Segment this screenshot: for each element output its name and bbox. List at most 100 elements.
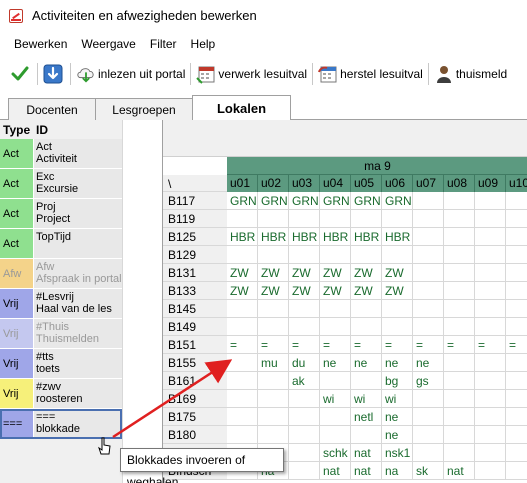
schedule-cell[interactable]: = <box>413 336 444 354</box>
schedule-cell[interactable] <box>351 372 382 390</box>
schedule-cell[interactable] <box>320 372 351 390</box>
room-row-header[interactable]: B161 <box>163 372 227 390</box>
schedule-cell[interactable] <box>289 426 320 444</box>
schedule-cell[interactable] <box>506 372 527 390</box>
schedule-cell[interactable] <box>351 246 382 264</box>
time-slot-header[interactable]: u01 <box>227 175 258 192</box>
schedule-cell[interactable] <box>475 192 506 210</box>
activity-type-row[interactable]: === === blokkade <box>0 409 122 439</box>
schedule-cell[interactable] <box>444 300 475 318</box>
schedule-cell[interactable]: sk <box>413 462 444 480</box>
schedule-cell[interactable] <box>475 426 506 444</box>
schedule-cell[interactable]: ne <box>320 354 351 372</box>
schedule-cell[interactable] <box>289 390 320 408</box>
room-row-header[interactable]: B133 <box>163 282 227 300</box>
schedule-cell[interactable] <box>227 408 258 426</box>
import-portal-button[interactable]: inlezen uit portal <box>73 60 188 88</box>
schedule-cell[interactable]: na <box>382 462 413 480</box>
schedule-cell[interactable] <box>413 390 444 408</box>
schedule-cell[interactable]: ne <box>382 426 413 444</box>
schedule-cell[interactable]: HBR <box>258 228 289 246</box>
schedule-cell[interactable]: HBR <box>320 228 351 246</box>
schedule-cell[interactable] <box>413 300 444 318</box>
time-slot-header[interactable]: u07 <box>413 175 444 192</box>
schedule-cell[interactable] <box>506 228 527 246</box>
schedule-cell[interactable] <box>475 282 506 300</box>
schedule-cell[interactable] <box>351 300 382 318</box>
schedule-cell[interactable] <box>475 444 506 462</box>
activity-type-row[interactable]: Vrij #tts toets <box>0 349 122 379</box>
schedule-cell[interactable]: du <box>289 354 320 372</box>
schedule-cell[interactable]: gs <box>413 372 444 390</box>
schedule-cell[interactable] <box>444 318 475 336</box>
schedule-cell[interactable] <box>227 354 258 372</box>
time-slot-header[interactable]: u05 <box>351 175 382 192</box>
time-slot-header[interactable]: u02 <box>258 175 289 192</box>
schedule-cell[interactable] <box>506 426 527 444</box>
schedule-cell[interactable]: ZW <box>320 282 351 300</box>
schedule-cell[interactable]: = <box>475 336 506 354</box>
schedule-cell[interactable] <box>444 228 475 246</box>
schedule-cell[interactable]: ne <box>382 354 413 372</box>
schedule-cell[interactable] <box>475 390 506 408</box>
activity-type-row[interactable]: Act TopTijd <box>0 229 122 259</box>
schedule-cell[interactable] <box>506 354 527 372</box>
schedule-cell[interactable] <box>444 354 475 372</box>
schedule-cell[interactable]: ZW <box>382 264 413 282</box>
schedule-cell[interactable] <box>413 318 444 336</box>
activity-type-row[interactable]: Afw Afw Afspraak in portal <box>0 259 122 289</box>
schedule-cell[interactable] <box>413 210 444 228</box>
schedule-cell[interactable]: ZW <box>258 282 289 300</box>
schedule-cell[interactable] <box>506 264 527 282</box>
activity-type-row[interactable]: Vrij #zwv roosteren <box>0 379 122 409</box>
schedule-cell[interactable]: GRN <box>351 192 382 210</box>
schedule-cell[interactable] <box>506 408 527 426</box>
schedule-cell[interactable] <box>444 372 475 390</box>
schedule-cell[interactable]: nat <box>320 462 351 480</box>
schedule-cell[interactable]: ZW <box>382 282 413 300</box>
schedule-cell[interactable]: ZW <box>227 264 258 282</box>
schedule-cell[interactable] <box>475 372 506 390</box>
schedule-cell[interactable]: wi <box>320 390 351 408</box>
schedule-cell[interactable]: nat <box>351 444 382 462</box>
schedule-cell[interactable]: = <box>320 336 351 354</box>
schedule-cell[interactable] <box>227 372 258 390</box>
schedule-cell[interactable] <box>382 318 413 336</box>
schedule-cell[interactable]: ZW <box>351 264 382 282</box>
schedule-cell[interactable] <box>258 300 289 318</box>
schedule-cell[interactable] <box>506 318 527 336</box>
schedule-cell[interactable] <box>444 426 475 444</box>
tab-lesgroepen[interactable]: Lesgroepen <box>95 98 193 120</box>
schedule-cell[interactable] <box>413 408 444 426</box>
schedule-cell[interactable] <box>506 282 527 300</box>
schedule-cell[interactable]: nsk1 <box>382 444 413 462</box>
schedule-cell[interactable]: ZW <box>289 282 320 300</box>
schedule-cell[interactable] <box>258 390 289 408</box>
schedule-cell[interactable]: HBR <box>351 228 382 246</box>
activity-type-row[interactable]: Vrij #Thuis Thuismelden <box>0 319 122 349</box>
schedule-cell[interactable] <box>258 408 289 426</box>
schedule-cell[interactable]: = <box>227 336 258 354</box>
schedule-cell[interactable] <box>413 264 444 282</box>
schedule-cell[interactable] <box>320 408 351 426</box>
schedule-cell[interactable] <box>258 426 289 444</box>
time-slot-header[interactable]: u03 <box>289 175 320 192</box>
room-row-header[interactable]: B155 <box>163 354 227 372</box>
schedule-cell[interactable]: ne <box>382 408 413 426</box>
tab-lokalen[interactable]: Lokalen <box>192 95 291 121</box>
schedule-cell[interactable] <box>475 228 506 246</box>
schedule-cell[interactable]: bg <box>382 372 413 390</box>
schedule-cell[interactable]: = <box>506 336 527 354</box>
schedule-cell[interactable] <box>413 192 444 210</box>
schedule-cell[interactable] <box>351 318 382 336</box>
schedule-cell[interactable] <box>506 192 527 210</box>
schedule-cell[interactable] <box>320 246 351 264</box>
schedule-cell[interactable] <box>320 300 351 318</box>
schedule-cell[interactable]: schk <box>320 444 351 462</box>
schedule-cell[interactable]: ZW <box>351 282 382 300</box>
schedule-cell[interactable]: GRN <box>289 192 320 210</box>
schedule-cell[interactable] <box>289 246 320 264</box>
schedule-cell[interactable] <box>475 300 506 318</box>
schedule-cell[interactable] <box>413 444 444 462</box>
schedule-cell[interactable] <box>506 210 527 228</box>
